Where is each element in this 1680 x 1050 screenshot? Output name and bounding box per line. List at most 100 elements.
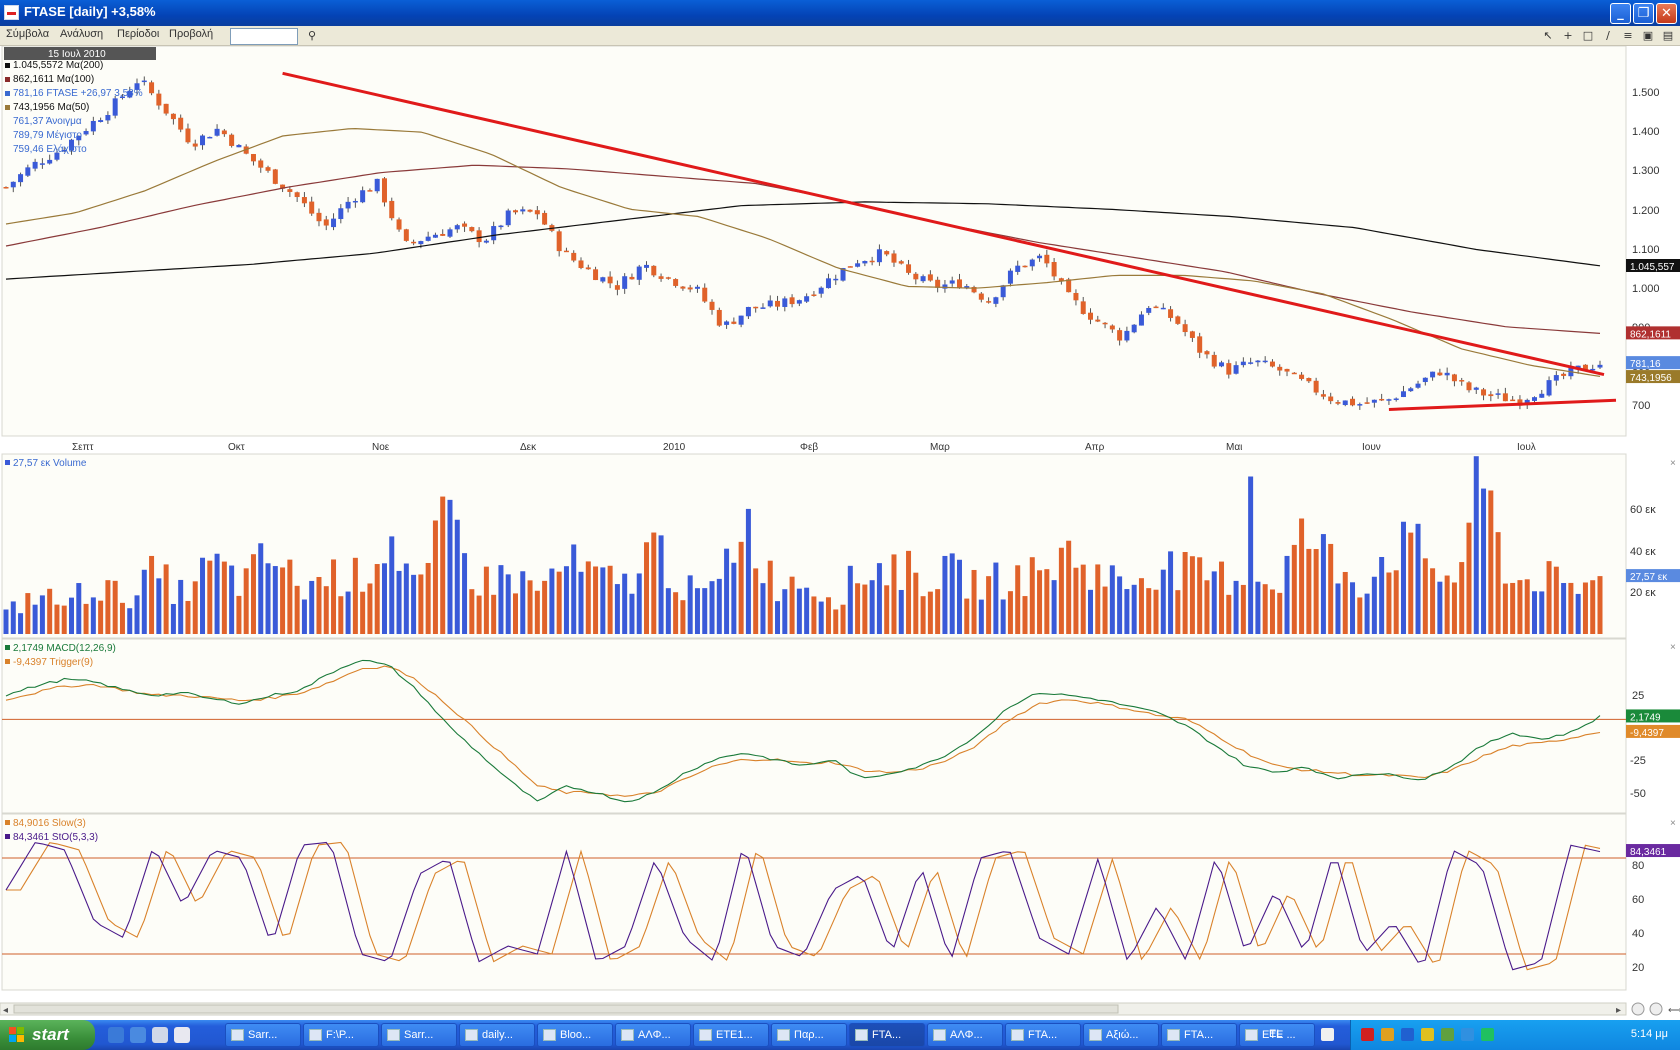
candle [636,266,642,280]
candle [862,260,868,264]
close-panel-icon[interactable]: × [1670,642,1676,653]
volume-bar [527,580,533,634]
candle [563,250,569,253]
candle [229,134,235,146]
taskbar-button[interactable]: daily... [459,1023,535,1047]
zoom-out-icon[interactable] [1631,1002,1645,1016]
taskbar-button[interactable]: Sarr... [381,1023,457,1047]
scroll-right-icon[interactable]: ▸ [1616,1005,1621,1016]
volume-bar [272,566,278,634]
language-indicator[interactable]: EL [1269,1028,1282,1040]
maximize-button[interactable]: ❐ [1633,3,1654,24]
volume-bar [1393,570,1399,634]
taskbar-button[interactable]: ΑΛΦ... [615,1023,691,1047]
taskbar-button[interactable]: ETE1... [693,1023,769,1047]
desktop-quicklaunch-icon[interactable] [174,1027,190,1043]
trendline-icon[interactable]: ∕ [1600,29,1616,44]
candle [1255,360,1261,363]
symbol-input[interactable] [230,28,298,45]
y-tick-label: 40 εκ [1630,546,1656,558]
volume-bar [454,519,460,634]
candle [301,197,307,204]
volume-bar [665,588,671,634]
volume-bar [1539,591,1545,634]
volume-bar [1182,552,1188,634]
volume-bar [1553,566,1559,634]
tray-icon-update[interactable] [1441,1028,1454,1041]
volume-bar [804,587,810,634]
taskbar-button-label: ΑΛΦ... [950,1029,983,1041]
candle [542,212,548,225]
tray-icon-security[interactable] [1421,1028,1434,1041]
chart-area[interactable]: Σεπτ Οκτ Νοε Δεκ 2010 Φεβ Μαρ Απρ Μαι Ιο… [0,46,1680,1020]
tray-icon-messenger[interactable] [1481,1028,1494,1041]
candle [1109,325,1115,330]
volume-bar [447,499,453,634]
scrollbar-thumb[interactable] [13,1004,1119,1014]
rectangle-icon[interactable]: □ [1580,29,1596,44]
volume-bar [69,597,75,634]
volume-bar [1379,557,1385,634]
taskbar-button[interactable]: Bloo... [537,1023,613,1047]
candle [1146,307,1152,313]
minimize-button[interactable]: _ [1610,3,1631,24]
volume-bar [782,589,788,634]
zoom-in-icon[interactable] [1649,1002,1663,1016]
tray-icon-volume[interactable] [1381,1028,1394,1041]
volume-bar [978,599,984,634]
media-quicklaunch-icon[interactable] [152,1027,168,1043]
ie-quicklaunch-icon[interactable] [108,1027,124,1043]
menu-analysis[interactable]: Ανάλυση [60,28,103,40]
volume-bar [1575,593,1581,634]
volume-bar [280,567,286,634]
close-panel-icon[interactable]: × [1670,818,1676,829]
pointer-icon[interactable]: ↖ [1540,29,1556,44]
candle [258,160,264,168]
taskbar-button[interactable]: ΑΛΦ... [927,1023,1003,1047]
volume-bar [360,591,366,634]
volume-bar [345,591,351,634]
volume-bar [855,583,861,634]
taskbar-button[interactable]: FTA... [1161,1023,1237,1047]
candle [1415,383,1421,388]
taskbar-button[interactable]: FTA... [849,1023,925,1047]
search-icon[interactable]: ⚲ [304,29,320,44]
save-icon[interactable]: ▤ [1660,29,1676,44]
volume-bar [767,560,773,634]
fibonacci-icon[interactable]: ≡ [1620,29,1636,44]
taskbar-button[interactable]: Sarr... [225,1023,301,1047]
volume-bar [935,589,941,634]
candle [1197,336,1203,353]
close-button[interactable]: ✕ [1656,3,1677,24]
candle [796,300,802,304]
menu-view[interactable]: Προβολή [169,28,213,40]
start-button[interactable]: start [0,1020,95,1050]
browser-quicklaunch-icon[interactable] [130,1027,146,1043]
layout-icon[interactable]: ▣ [1640,29,1656,44]
taskbar-button[interactable]: F:\P... [303,1023,379,1047]
volume-bar [170,603,176,634]
volume-bar [243,568,249,634]
tray-icon-network[interactable] [1361,1028,1374,1041]
taskbar-button[interactable]: Παρ... [771,1023,847,1047]
candle [1466,382,1472,391]
candle [745,306,751,317]
scroll-left-icon[interactable]: ◂ [3,1005,8,1016]
tray-icon-help[interactable] [1321,1028,1334,1041]
tray-icon-shield[interactable] [1401,1028,1414,1041]
candle [512,210,518,213]
fit-icon[interactable]: ⟷ [1668,1005,1680,1016]
candle [1124,330,1130,341]
menu-periods[interactable]: Περίοδοι [117,28,159,40]
close-panel-icon[interactable]: × [1670,458,1676,469]
volume-bar [1044,569,1050,634]
tray-icon-sync[interactable] [1461,1028,1474,1041]
taskbar-button[interactable]: Αξιώ... [1083,1023,1159,1047]
crosshair-icon[interactable]: + [1560,29,1576,44]
taskbar-button[interactable]: FTA... [1005,1023,1081,1047]
volume-bar [1102,586,1108,634]
legend-ftase: 781,16 FTASE +26,97 3,58% [13,88,143,99]
volume-bar [1400,521,1406,634]
y-tick-label: -50 [1630,788,1646,800]
menu-symbols[interactable]: Σύμβολα [6,28,49,40]
